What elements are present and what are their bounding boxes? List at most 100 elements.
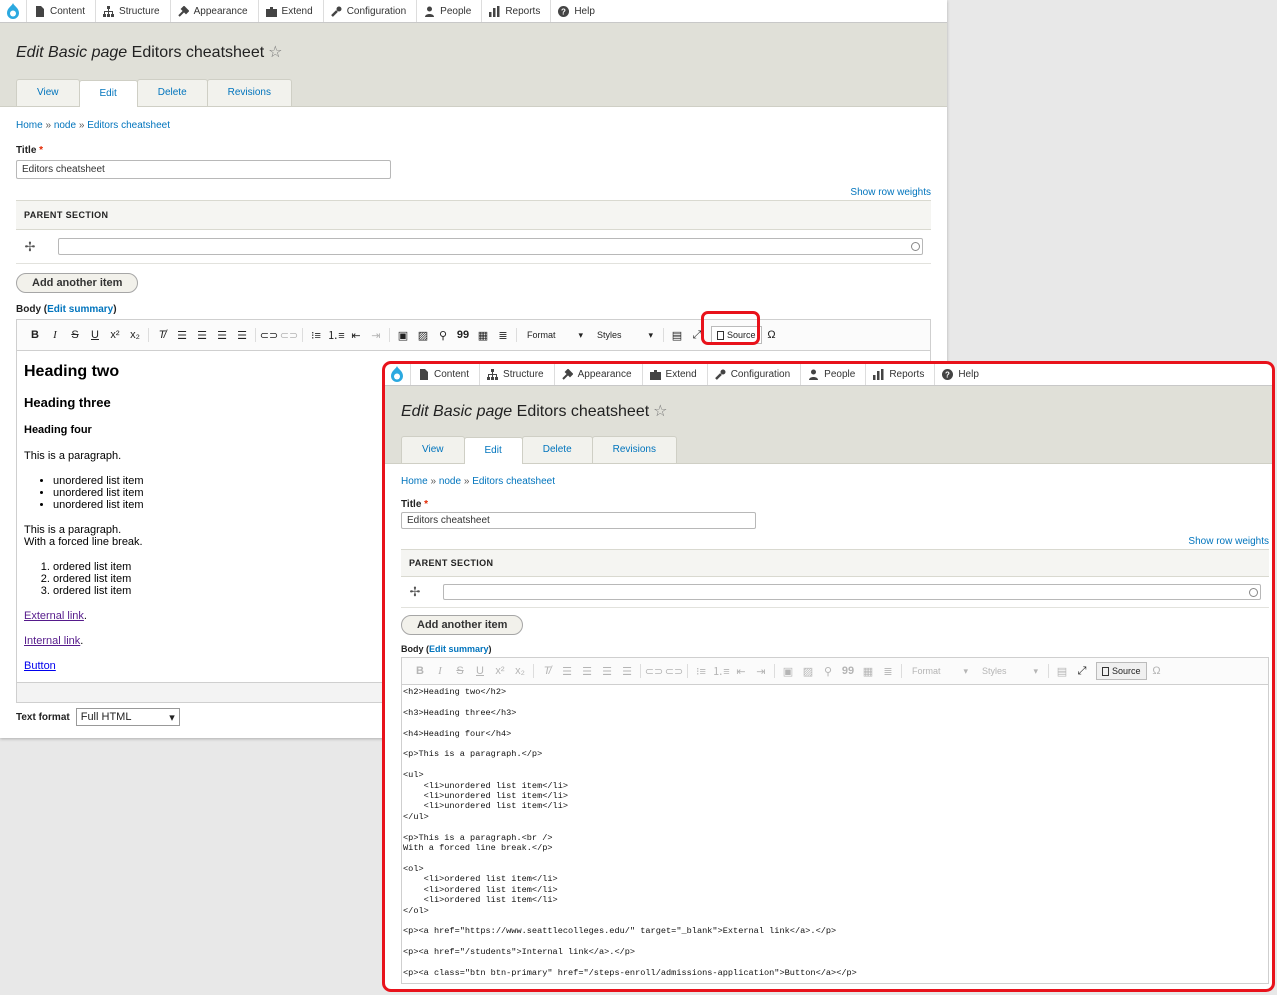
toolbar-item-extend[interactable]: Extend (257, 0, 323, 22)
internal-link[interactable]: Internal link (24, 635, 80, 647)
align-right-icon[interactable]: ☰ (617, 665, 637, 678)
anchor-icon[interactable]: ⚲ (433, 329, 453, 342)
title-input[interactable]: Editors cheatsheet (401, 512, 756, 529)
tab-delete[interactable]: Delete (521, 436, 593, 463)
parent-section-autocomplete-input[interactable] (443, 584, 1261, 600)
underline-icon[interactable]: U (470, 665, 490, 677)
superscript-icon[interactable]: x² (105, 329, 125, 341)
toolbar-item-content[interactable]: Content (26, 0, 95, 22)
bold-icon[interactable]: B (410, 665, 430, 677)
show-blocks-icon[interactable]: ▤ (667, 329, 687, 342)
table-icon[interactable]: ▦ (473, 329, 493, 342)
show-row-weights-link[interactable]: Show row weights (16, 187, 931, 198)
align-justify-icon[interactable]: ☰ (212, 329, 232, 342)
align-left-icon[interactable]: ☰ (557, 665, 577, 678)
underline-icon[interactable]: U (85, 329, 105, 341)
edit-summary-link[interactable]: Edit summary (47, 304, 113, 315)
tab-delete[interactable]: Delete (136, 79, 208, 106)
source-code-textarea[interactable]: <h2>Heading two</h2> <h3>Heading three</… (401, 684, 1269, 984)
align-center-icon[interactable]: ☰ (192, 329, 212, 342)
blockquote-icon[interactable]: 99 (838, 665, 858, 677)
drag-handle-icon[interactable]: ✢ (409, 584, 421, 600)
bulleted-list-icon[interactable]: ⁝≡ (306, 329, 326, 342)
styles-dropdown[interactable]: Styles ▾ (593, 330, 657, 341)
align-justify-icon[interactable]: ☰ (597, 665, 617, 678)
external-link[interactable]: External link (24, 610, 84, 622)
horizontal-line-icon[interactable]: ≣ (493, 329, 513, 342)
source-button[interactable]: Source (1096, 662, 1147, 680)
align-center-icon[interactable]: ☰ (577, 665, 597, 678)
subscript-icon[interactable]: x₂ (125, 329, 145, 341)
toolbar-item-configuration[interactable]: Configuration (322, 0, 416, 22)
unlink-icon[interactable]: ⊂⊃ (664, 665, 684, 678)
superscript-icon[interactable]: x² (490, 665, 510, 677)
tab-revisions[interactable]: Revisions (591, 436, 677, 463)
format-dropdown[interactable]: Format ▾ (523, 330, 587, 341)
horizontal-line-icon[interactable]: ≣ (878, 665, 898, 678)
link-icon[interactable]: ⊂⊃ (259, 329, 279, 342)
italic-icon[interactable]: I (45, 329, 65, 341)
format-dropdown[interactable]: Format ▾ (908, 666, 972, 677)
add-another-item-button[interactable]: Add another item (401, 615, 524, 635)
bulleted-list-icon[interactable]: ⁝≡ (691, 665, 711, 678)
drupal-logo-icon[interactable] (384, 363, 410, 385)
align-left-icon[interactable]: ☰ (172, 329, 192, 342)
bold-icon[interactable]: B (25, 329, 45, 341)
image-icon[interactable]: ▨ (413, 329, 433, 342)
anchor-icon[interactable]: ⚲ (818, 665, 838, 678)
maximize-icon[interactable]: ⤢ (1072, 665, 1092, 678)
maximize-icon[interactable]: ⤢ (687, 329, 707, 342)
breadcrumb-node[interactable]: node (439, 476, 461, 487)
toolbar-item-help[interactable]: ? Help (550, 0, 605, 22)
table-icon[interactable]: ▦ (858, 665, 878, 678)
title-input[interactable]: Editors cheatsheet (16, 160, 391, 179)
subscript-icon[interactable]: x₂ (510, 665, 530, 677)
text-format-select[interactable]: Full HTML ▾ (75, 708, 180, 726)
remove-format-icon[interactable]: T̸ (152, 329, 172, 341)
numbered-list-icon[interactable]: ⒈≡ (711, 663, 731, 679)
insert-media-icon[interactable]: ▣ (778, 665, 798, 678)
insert-media-icon[interactable]: ▣ (393, 329, 413, 342)
star-icon[interactable]: ☆ (653, 403, 667, 420)
button-link[interactable]: Button (24, 660, 56, 672)
toolbar-item-people[interactable]: People (416, 0, 481, 22)
toolbar-item-structure[interactable]: Structure (479, 363, 554, 385)
link-icon[interactable]: ⊂⊃ (644, 665, 664, 678)
toolbar-item-reports[interactable]: Reports (481, 0, 550, 22)
outdent-icon[interactable]: ⇤ (346, 329, 366, 342)
toolbar-item-people[interactable]: People (800, 363, 865, 385)
styles-dropdown[interactable]: Styles ▾ (978, 666, 1042, 677)
tab-revisions[interactable]: Revisions (206, 79, 292, 106)
edit-summary-link[interactable]: Edit summary (429, 644, 489, 654)
remove-format-icon[interactable]: T̸ (537, 665, 557, 677)
toolbar-item-configuration[interactable]: Configuration (706, 363, 800, 385)
toolbar-item-content[interactable]: Content (410, 363, 479, 385)
breadcrumb-current[interactable]: Editors cheatsheet (472, 476, 555, 487)
numbered-list-icon[interactable]: ⒈≡ (326, 327, 346, 343)
unlink-icon[interactable]: ⊂⊃ (279, 329, 299, 342)
toolbar-item-appearance[interactable]: Appearance (169, 0, 258, 22)
tab-view[interactable]: View (401, 436, 465, 463)
indent-icon[interactable]: ⇥ (366, 329, 386, 342)
strikethrough-icon[interactable]: S (65, 329, 85, 341)
outdent-icon[interactable]: ⇤ (731, 665, 751, 678)
toolbar-item-extend[interactable]: Extend (641, 363, 707, 385)
toolbar-item-appearance[interactable]: Appearance (553, 363, 642, 385)
toolbar-item-help[interactable]: ? Help (934, 363, 989, 385)
source-button[interactable]: Source (711, 326, 762, 344)
drupal-logo-icon[interactable] (0, 0, 26, 22)
toolbar-item-structure[interactable]: Structure (95, 0, 170, 22)
strikethrough-icon[interactable]: S (450, 665, 470, 677)
tab-view[interactable]: View (16, 79, 80, 106)
breadcrumb-home[interactable]: Home (16, 120, 43, 131)
special-character-icon[interactable]: Ω (1147, 665, 1167, 677)
toolbar-item-reports[interactable]: Reports (865, 363, 934, 385)
blockquote-icon[interactable]: 99 (453, 329, 473, 341)
show-blocks-icon[interactable]: ▤ (1052, 665, 1072, 678)
star-icon[interactable]: ☆ (268, 44, 282, 61)
indent-icon[interactable]: ⇥ (751, 665, 771, 678)
italic-icon[interactable]: I (430, 665, 450, 677)
special-character-icon[interactable]: Ω (762, 329, 782, 341)
show-row-weights-link[interactable]: Show row weights (401, 536, 1269, 547)
breadcrumb-current[interactable]: Editors cheatsheet (87, 120, 170, 131)
